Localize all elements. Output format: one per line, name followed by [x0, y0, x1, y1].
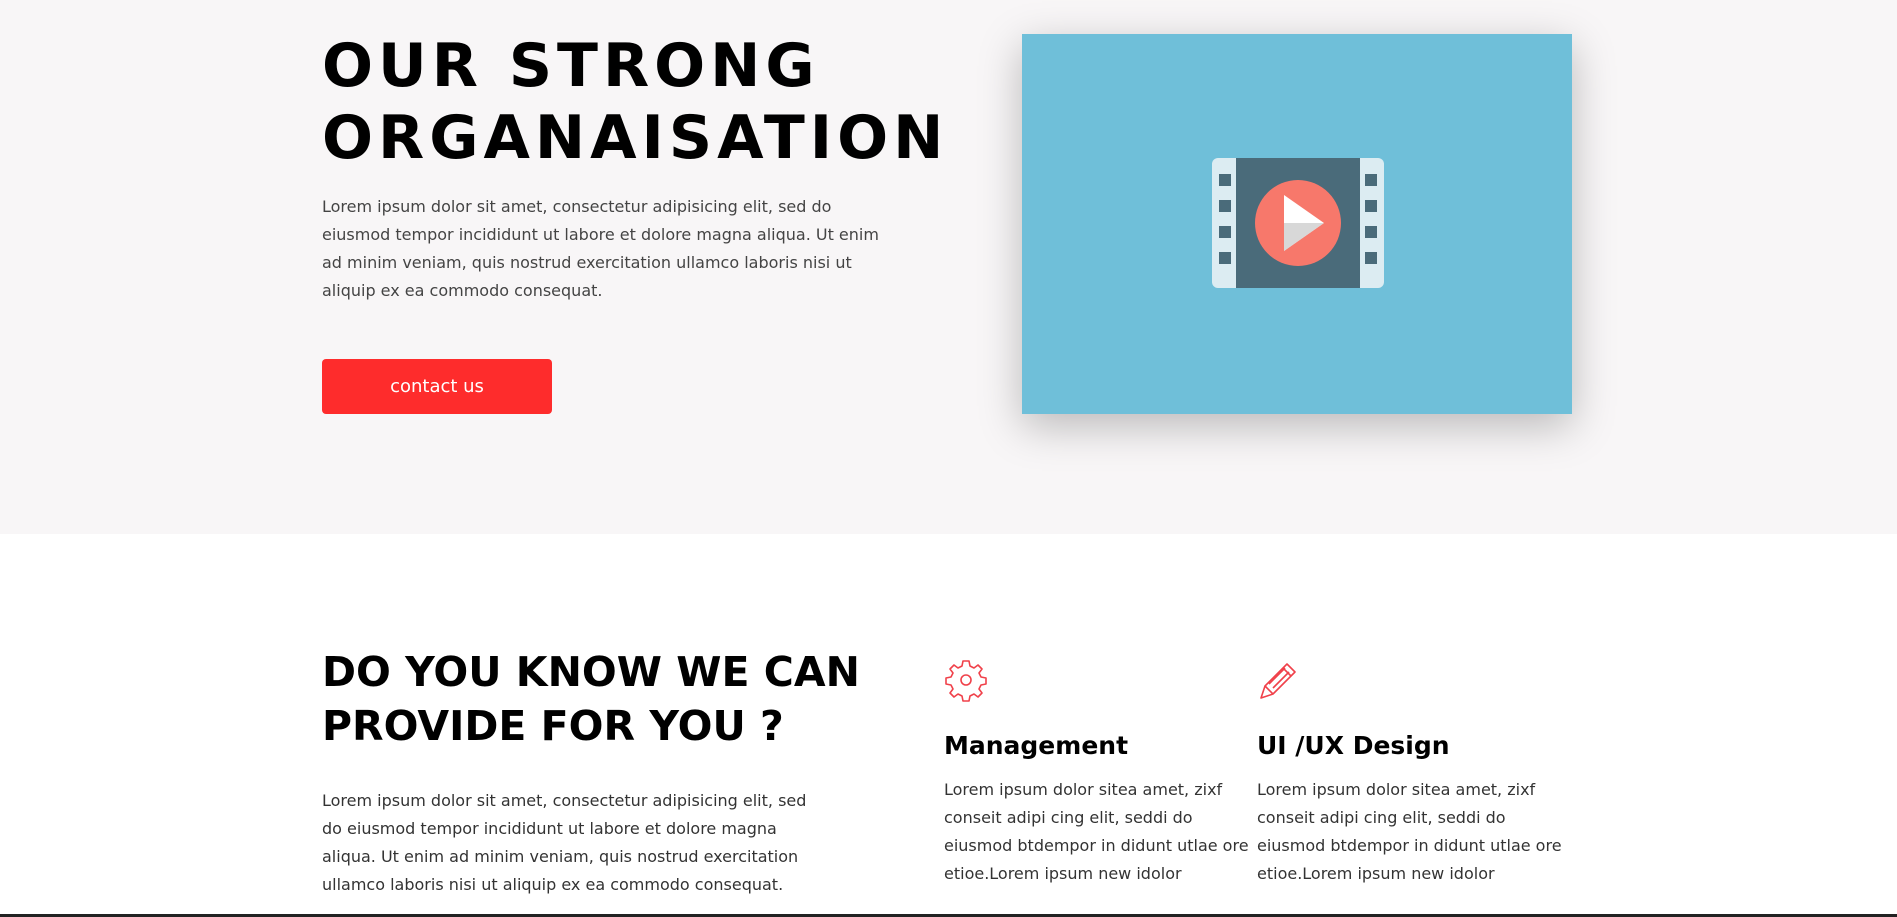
- services-description: Lorem ipsum dolor sit amet, consectetur …: [322, 791, 807, 894]
- service-description: Lorem ipsum dolor sitea amet, zixf conse…: [1257, 780, 1562, 883]
- service-description: Lorem ipsum dolor sitea amet, zixf conse…: [944, 780, 1249, 883]
- hero-title-line2: ORGANAISATION: [322, 103, 949, 173]
- hero-description: Lorem ipsum dolor sit amet, consectetur …: [322, 197, 879, 300]
- gear-icon: [945, 660, 987, 702]
- hero-title: OUR STRONG ORGANAISATION: [322, 30, 948, 174]
- services-title-line2: PROVIDE FOR YOU ?: [322, 702, 784, 750]
- services-title-line1: DO YOU KNOW WE CAN: [322, 648, 860, 696]
- service-management: Management Lorem ipsum dolor sitea amet,…: [944, 658, 1264, 883]
- contact-us-button[interactable]: contact us: [322, 359, 552, 414]
- services-title: DO YOU KNOW WE CAN PROVIDE FOR YOU ?: [322, 645, 860, 753]
- video-thumbnail[interactable]: [1022, 34, 1572, 414]
- pencil-icon: [1260, 663, 1296, 699]
- film-play-icon[interactable]: [1212, 158, 1384, 288]
- hero-section: OUR STRONG ORGANAISATION Lorem ipsum dol…: [0, 0, 1897, 534]
- service-ui-ux-design: UI /UX Design Lorem ipsum dolor sitea am…: [1257, 658, 1577, 883]
- service-title: UI /UX Design: [1257, 731, 1450, 760]
- hero-title-line1: OUR STRONG: [322, 31, 820, 101]
- service-title: Management: [944, 731, 1129, 760]
